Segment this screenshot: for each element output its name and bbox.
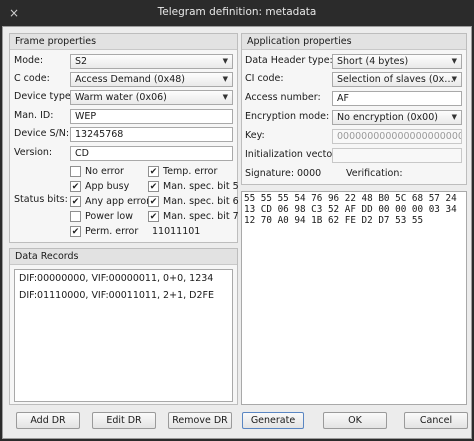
iv-label: Initialization vector: [245,149,340,160]
application-properties-group: Application properties Data Header type:… [241,33,467,185]
window-title: Telegram definition: metadata [157,6,317,18]
edit-dr-button[interactable]: Edit DR [92,412,156,429]
status-bit-app-busy[interactable]: ✔ App busy [70,180,148,194]
ccode-value: Access Demand (0x48) [75,74,186,85]
list-item[interactable]: DIF:01110000, VIF:00011011, 2+1, D2FE [15,287,232,304]
checkmark-icon: ✔ [70,196,81,207]
man-id-label: Man. ID: [14,110,54,121]
ci-code-select[interactable]: Selection of slaves (0x… ▼ [332,72,462,87]
generate-button[interactable]: Generate [242,412,304,429]
checkmark-icon: ✔ [148,196,159,207]
encryption-value: No encryption (0x00) [337,112,438,123]
data-records-header: Data Records [10,249,237,265]
chevron-down-icon: ▼ [222,57,228,65]
checkbox-box [70,166,81,177]
status-bit-man-spec-5[interactable]: ✔ Man. spec. bit 5 [148,180,239,194]
verification-label: Verification: [346,168,403,179]
list-item[interactable]: DIF:00000000, VIF:00000011, 0+0, 1234 [15,270,232,287]
device-type-select[interactable]: Warm water (0x06) ▼ [70,90,233,105]
remove-dr-button[interactable]: Remove DR [168,412,232,429]
device-type-value: Warm water (0x06) [75,92,167,103]
dh-type-value: Short (4 bytes) [337,56,409,67]
device-type-label: Device type: [14,91,74,102]
checkmark-icon: ✔ [148,181,159,192]
frame-properties-group: Frame properties Mode: S2 ▼ C code: Acce… [9,33,239,243]
chevron-down-icon: ▼ [222,93,228,101]
hex-dump-area[interactable]: 55 55 55 54 76 96 22 48 B0 5C 68 57 24 1… [241,191,467,405]
ccode-label: C code: [14,73,50,84]
encryption-select[interactable]: No encryption (0x00) ▼ [332,110,462,125]
dh-type-select[interactable]: Short (4 bytes) ▼ [332,54,462,69]
checkmark-icon: ✔ [148,211,159,222]
dh-type-label: Data Header type: [245,55,333,66]
key-label: Key: [245,130,265,141]
ci-code-label: CI code: [245,73,284,84]
status-bit-power-low[interactable]: Power low [70,210,148,224]
data-records-group: Data Records DIF:00000000, VIF:00000011,… [9,248,238,405]
dialog-body: Frame properties Mode: S2 ▼ C code: Acce… [2,26,472,439]
access-number-label: Access number: [245,92,321,103]
ok-button[interactable]: OK [323,412,387,429]
ccode-select[interactable]: Access Demand (0x48) ▼ [70,72,233,87]
chevron-down-icon: ▼ [222,75,228,83]
encryption-label: Encryption mode: [245,111,330,122]
checkmark-icon: ✔ [70,181,81,192]
chevron-down-icon: ▼ [451,75,457,83]
add-dr-button[interactable]: Add DR [16,412,80,429]
status-bit-no-error[interactable]: No error [70,165,148,179]
checkmark-icon: ✔ [148,166,159,177]
mode-label: Mode: [14,55,44,66]
mode-value: S2 [75,56,88,67]
data-records-list[interactable]: DIF:00000000, VIF:00000011, 0+0, 1234 DI… [14,269,233,402]
signature-value: 0000 [297,168,322,179]
frame-properties-header: Frame properties [10,34,237,50]
version-input[interactable]: CD [70,146,233,161]
access-number-input[interactable]: AF [332,91,462,106]
signature-label: Signature: [245,168,295,179]
application-properties-header: Application properties [242,34,466,50]
device-sn-label: Device S/N: [14,128,70,139]
chevron-down-icon: ▼ [451,113,457,121]
status-bits-label: Status bits: [14,194,68,205]
mode-select[interactable]: S2 ▼ [70,54,233,69]
ci-code-value: Selection of slaves (0x… [337,74,454,85]
status-bit-any-app-error[interactable]: ✔ Any app error [70,195,150,209]
status-bits-value: 11011101 [152,226,201,237]
checkmark-icon: ✔ [70,226,81,237]
status-bit-man-spec-7[interactable]: ✔ Man. spec. bit 7 [148,210,239,224]
iv-input[interactable] [332,148,462,163]
chevron-down-icon: ▼ [451,57,457,65]
cancel-button[interactable]: Cancel [404,412,468,429]
status-bit-temp-error[interactable]: ✔ Temp. error [148,165,234,179]
device-sn-input[interactable]: 13245768 [70,127,233,142]
title-bar: × Telegram definition: metadata [0,0,474,26]
status-bit-man-spec-6[interactable]: ✔ Man. spec. bit 6 [148,195,239,209]
status-bit-perm-error[interactable]: ✔ Perm. error [70,225,148,239]
checkbox-box [70,211,81,222]
key-input[interactable]: 000000000000000000000000 [332,129,462,144]
version-label: Version: [14,147,53,158]
man-id-input[interactable]: WEP [70,109,233,124]
